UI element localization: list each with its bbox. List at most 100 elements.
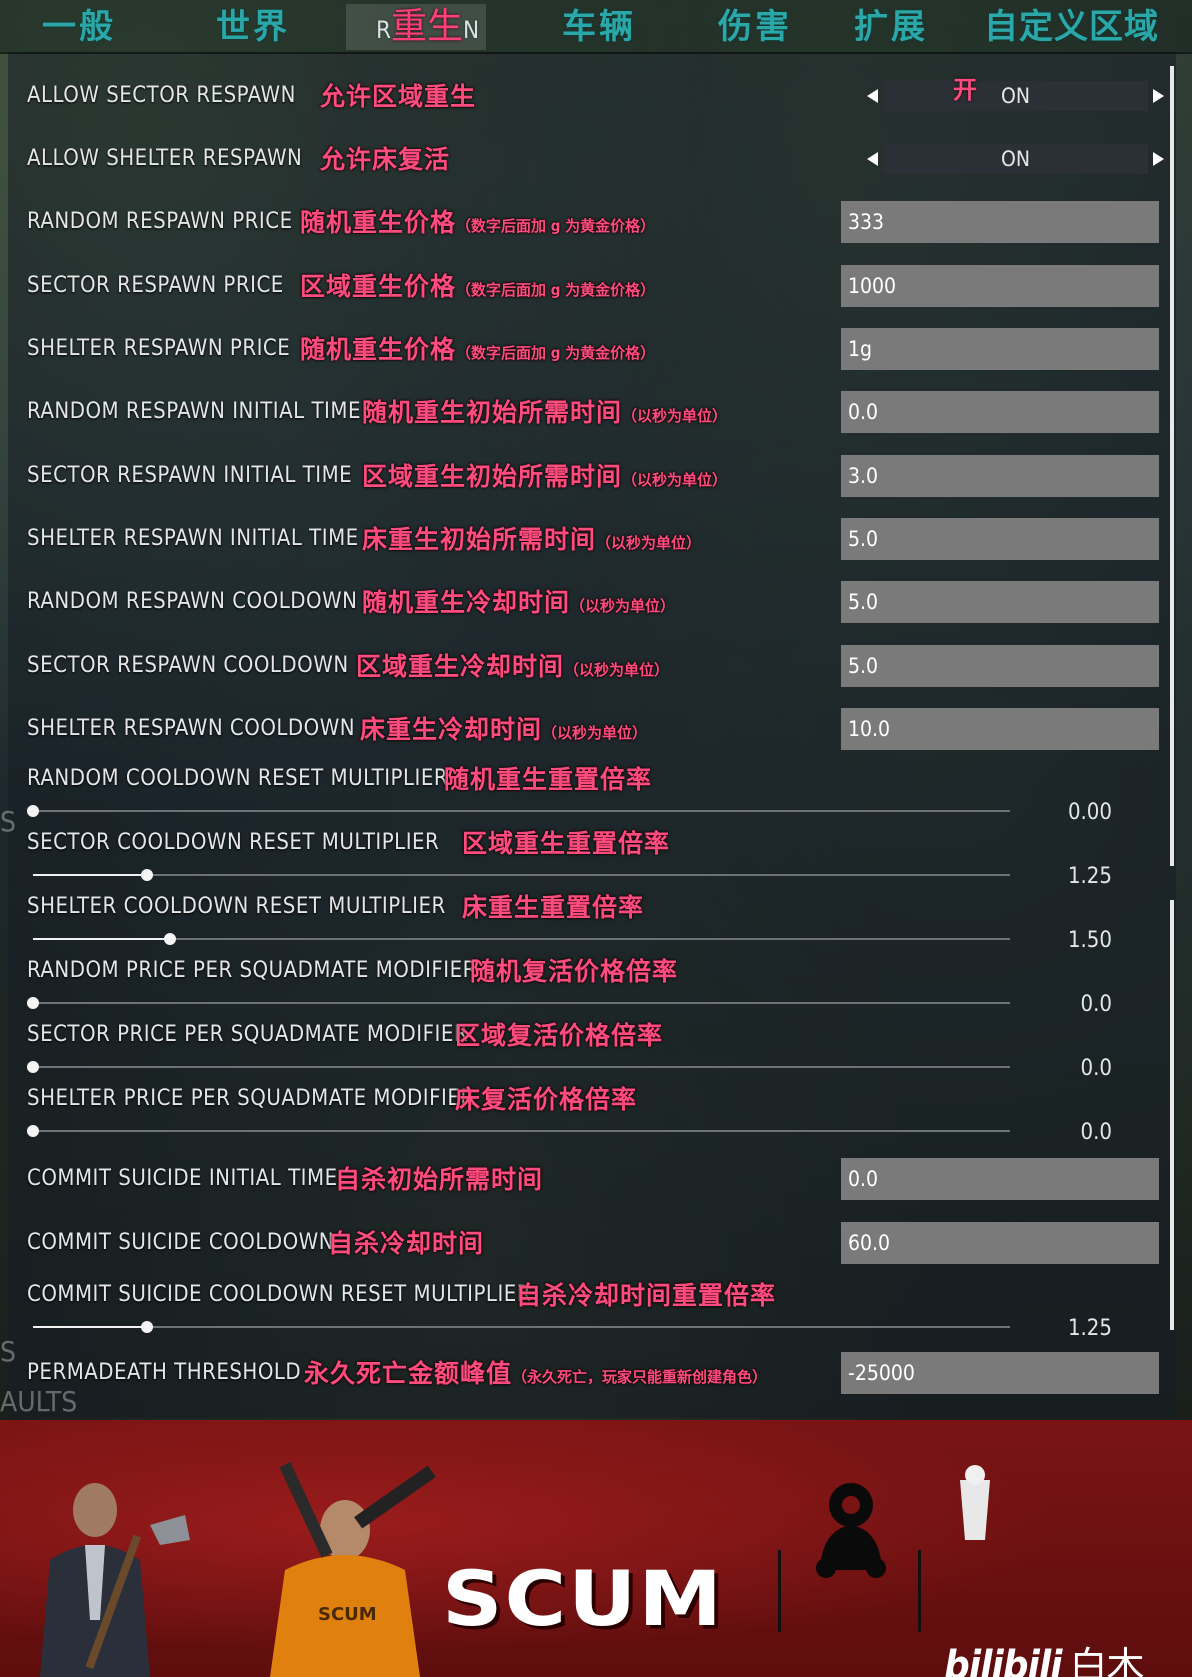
arrow-right-icon[interactable] — [1153, 89, 1164, 103]
value-input[interactable]: 1g — [841, 328, 1159, 370]
value-input[interactable]: 333 — [841, 201, 1159, 243]
tab-extended[interactable]: 扩展 — [854, 4, 928, 50]
annotation-text: 区域重生价格 — [300, 272, 457, 301]
setting-label: SECTOR RESPAWN COOLDOWN — [27, 653, 349, 678]
arrow-left-icon[interactable] — [867, 152, 878, 166]
annotation-note: （以秒为单位） — [570, 597, 676, 615]
slider-track[interactable] — [27, 1125, 1010, 1137]
tab-respawn-label: R — [376, 16, 391, 44]
value-input[interactable]: 10.0 — [841, 708, 1159, 750]
annotation-note: （以秒为单位） — [622, 407, 728, 425]
annotation-text: 床重生冷却时间 — [360, 715, 543, 744]
setting-label: RANDOM COOLDOWN RESET MULTIPLIER — [27, 766, 449, 791]
annotation-text: 随机重生价格 — [300, 208, 457, 237]
annotation-note: （以秒为单位） — [564, 661, 670, 679]
annotation-text: 自杀初始所需时间 — [335, 1165, 544, 1194]
tab-world[interactable]: 世界 — [216, 4, 290, 50]
setting-label: SECTOR COOLDOWN RESET MULTIPLIER — [27, 830, 440, 855]
value-input[interactable]: 5.0 — [841, 645, 1159, 687]
setting-label: PERMADEATH THRESHOLD — [27, 1360, 302, 1385]
setting-annotation: 随机重生冷却时间（以秒为单位） — [362, 583, 675, 619]
divider — [918, 1550, 921, 1632]
value-input[interactable]: -25000 — [841, 1352, 1159, 1394]
annotation-text: 区域重生初始所需时间 — [362, 462, 623, 491]
scrollbar[interactable] — [1170, 66, 1174, 866]
annotation-note: （数字后面加 g 为黄金价格） — [456, 217, 656, 235]
slider-track[interactable] — [27, 997, 1010, 1009]
annotation-text: 允许区域重生 — [320, 82, 477, 111]
slider-track[interactable] — [27, 1061, 1010, 1073]
scum-logo: SCUM — [442, 1554, 724, 1644]
selector-value: ON — [1001, 84, 1030, 108]
annotation-text: 区域重生重置倍率 — [462, 829, 671, 858]
slider-track[interactable] — [33, 1321, 1010, 1333]
tab-damage[interactable]: 伤害 — [718, 4, 792, 50]
option-selector[interactable]: 开 ON — [883, 76, 1148, 111]
setting-annotation: 允许区域重生 — [320, 77, 476, 113]
value-input[interactable]: 3.0 — [841, 455, 1159, 497]
slider-value: 0.00 — [1067, 800, 1112, 825]
setting-label: ALLOW SECTOR RESPAWN — [27, 83, 296, 108]
setting-annotation: 随机重生初始所需时间（以秒为单位） — [362, 393, 727, 429]
annotation-note: （以秒为单位） — [622, 471, 728, 489]
value-input[interactable]: 5.0 — [841, 581, 1159, 623]
tab-general[interactable]: 一般 — [42, 4, 116, 50]
setting-label: SHELTER RESPAWN PRICE — [27, 336, 291, 361]
annotation-text: 床重生重置倍率 — [462, 893, 645, 922]
svg-text:SCUM: SCUM — [318, 1604, 377, 1625]
value-input[interactable]: 0.0 — [841, 1158, 1159, 1200]
scrollbar[interactable] — [1170, 900, 1174, 1330]
tab-respawn-annotation: 重生 — [391, 6, 464, 47]
slider-handle[interactable] — [27, 997, 39, 1009]
setting-annotation: 区域重生价格（数字后面加 g 为黄金价格） — [300, 267, 655, 303]
annotation-note: （数字后面加 g 为黄金价格） — [456, 281, 656, 299]
option-selector[interactable]: ON — [883, 144, 1148, 174]
setting-annotation: 随机重生价格（数字后面加 g 为黄金价格） — [300, 203, 655, 239]
tab-bar: 一般 世界 R重生N 车辆 伤害 扩展 自定义区域 — [0, 0, 1192, 54]
value-input[interactable]: 5.0 — [841, 518, 1159, 560]
setting-label: SECTOR PRICE PER SQUADMATE MODIFIER — [27, 1022, 469, 1047]
slider-track[interactable] — [27, 805, 1010, 817]
annotation-text: 区域重生冷却时间 — [356, 652, 565, 681]
slider-handle[interactable] — [27, 805, 39, 817]
annotation-text: 自杀冷却时间重置倍率 — [516, 1281, 777, 1310]
tab-vehicles[interactable]: 车辆 — [562, 4, 636, 50]
setting-annotation: 床重生初始所需时间（以秒为单位） — [362, 520, 701, 556]
slider-value: 0.0 — [1080, 1120, 1112, 1145]
annotation-text: 区域复活价格倍率 — [455, 1021, 664, 1050]
setting-label: RANDOM RESPAWN INITIAL TIME — [27, 399, 361, 424]
setting-annotation: 床重生冷却时间（以秒为单位） — [360, 710, 647, 746]
value-input[interactable]: 0.0 — [841, 391, 1159, 433]
setting-label: RANDOM PRICE PER SQUADMATE MODIFIER — [27, 958, 477, 983]
slider-fill — [33, 938, 170, 940]
arrow-left-icon[interactable] — [867, 89, 878, 103]
setting-annotation: 自杀初始所需时间 — [335, 1160, 543, 1196]
setting-label: SHELTER RESPAWN COOLDOWN — [27, 716, 356, 741]
slider-handle[interactable] — [27, 1125, 39, 1137]
slider-value: 0.0 — [1080, 1056, 1112, 1081]
tab-custom-zones[interactable]: 自定义区域 — [984, 4, 1159, 50]
slider-handle[interactable] — [27, 1061, 39, 1073]
annotation-text: 随机重生初始所需时间 — [362, 398, 623, 427]
setting-annotation: 区域重生初始所需时间（以秒为单位） — [362, 457, 727, 493]
slider-fill — [33, 1326, 148, 1328]
slider-track[interactable] — [33, 933, 1010, 945]
slider-value: 0.0 — [1080, 992, 1112, 1017]
arrow-right-icon[interactable] — [1153, 152, 1164, 166]
tab-respawn[interactable]: R重生N — [346, 4, 486, 50]
ghost-text: AULTS — [0, 1385, 78, 1418]
setting-label: RANDOM RESPAWN COOLDOWN — [27, 589, 358, 614]
bilibili-watermark: bilibili白木Ilym — [944, 1635, 1192, 1677]
slider-value: 1.25 — [1067, 1316, 1112, 1341]
annotation-text: 自杀冷却时间 — [328, 1229, 485, 1258]
slider-track[interactable] — [33, 869, 1010, 881]
value-input[interactable]: 1000 — [841, 265, 1159, 307]
slider-handle[interactable] — [163, 933, 176, 945]
slider-fill — [33, 874, 148, 876]
value-input[interactable]: 60.0 — [841, 1222, 1159, 1264]
setting-annotation: 允许床复活 — [320, 140, 450, 176]
setting-label: SHELTER PRICE PER SQUADMATE MODIFIER — [27, 1086, 475, 1111]
ghost-text: S — [0, 805, 16, 838]
setting-label: ALLOW SHELTER RESPAWN — [27, 146, 303, 171]
setting-label: SHELTER RESPAWN INITIAL TIME — [27, 526, 359, 551]
